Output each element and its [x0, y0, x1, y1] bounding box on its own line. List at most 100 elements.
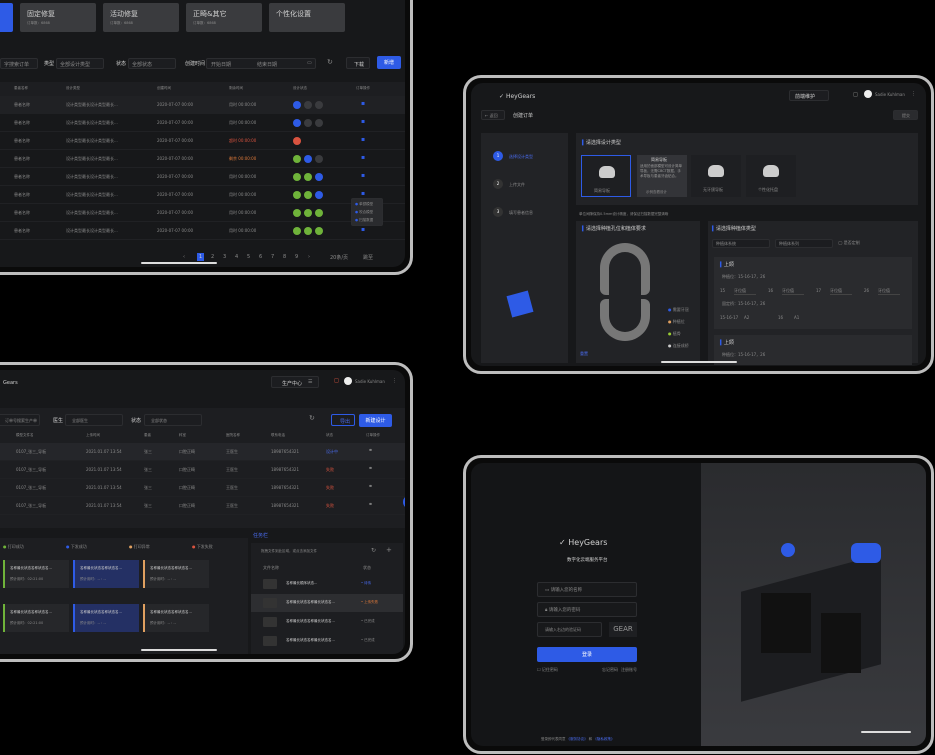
status-icon[interactable] [304, 209, 312, 217]
goto-page[interactable]: 跳至 [363, 254, 373, 261]
status-icon[interactable] [293, 227, 301, 235]
link-icon[interactable]: ⚭ [368, 447, 373, 454]
next-page[interactable]: › [308, 254, 310, 260]
more-icon[interactable]: ⋮ [392, 378, 397, 384]
page-button[interactable]: 6 [257, 253, 264, 261]
table-row[interactable]: 0107_张三_导板 2021.01.07 13:54 张三 口腔正畸 王医生 18987… [0, 497, 405, 515]
date-range-input[interactable]: 开始日期 结束日期 ▭ [206, 58, 316, 69]
status-icon[interactable] [293, 191, 301, 199]
captcha-input[interactable]: 请输入右边的验证码 [537, 622, 602, 637]
page-button[interactable]: 3 [221, 253, 228, 261]
design-type-card[interactable]: 无牙颌导板 [691, 155, 741, 197]
status-icon[interactable] [304, 155, 312, 163]
production-card[interactable]: 名称最长状态名称状态名... 预计用时：-- : -- [143, 604, 209, 632]
task-item[interactable]: 名称最长顺序状态... • 待传 [251, 575, 403, 593]
task-item[interactable]: 名称最长状态名称最长状态名... • 上传失败 [251, 594, 403, 612]
search-input[interactable]: 字搜索订单 [4, 61, 29, 68]
folder-icon[interactable]: ▪ [361, 190, 365, 197]
category-card[interactable]: 活动修复 订单数：6868 [103, 3, 179, 32]
status-icon[interactable] [315, 119, 323, 127]
captcha-image[interactable]: GEAR [609, 622, 637, 637]
design-type-card[interactable]: 简易导板 [581, 155, 631, 197]
avatar[interactable] [864, 90, 872, 98]
page-button[interactable]: 9 [293, 253, 300, 261]
notification-icon[interactable]: ◻ [853, 91, 858, 98]
category-card[interactable] [0, 3, 13, 32]
folder-icon[interactable]: ▪ [361, 118, 365, 125]
status-icon[interactable] [304, 173, 312, 181]
status-icon[interactable] [293, 155, 301, 163]
table-row[interactable]: 0107_张三_导板 2021.01.07 13:54 张三 口腔正畸 王医生 18987… [0, 479, 405, 497]
table-row[interactable]: 患者名称 设计类型最长设计类型最长... 2020-07-07 00:00 用时… [0, 96, 405, 114]
reset-button[interactable]: 重置 [580, 351, 588, 357]
table-row[interactable]: 患者名称 设计类型最长设计类型最长... 2020-07-07 00:00 超时… [0, 132, 405, 150]
status-icon[interactable] [315, 155, 323, 163]
status-icon[interactable] [293, 209, 301, 217]
register-link[interactable]: 注册账号 [621, 667, 637, 673]
task-item[interactable]: 名称最长状态名称最长状态名... • 已完成 [251, 632, 403, 650]
popup-item[interactable]: ● 咬合模型 [355, 210, 373, 215]
status-icon[interactable] [304, 119, 312, 127]
status-icon[interactable] [315, 209, 323, 217]
link-icon[interactable]: ⚭ [368, 501, 373, 508]
status-select[interactable]: 全部状态 [128, 58, 176, 69]
notification-icon[interactable]: ◻ [334, 377, 339, 384]
remember-checkbox[interactable]: ☐ 记住密码 [537, 667, 558, 673]
production-card[interactable]: 名称最长状态名称状态名... 预计用时：02:21:00 [3, 604, 69, 632]
design-type-card[interactable]: 个性化托盘 [746, 155, 796, 197]
production-card[interactable]: 名称最长状态名称状态名... 预计用时：-- : -- [143, 560, 209, 588]
prod-center-button[interactable]: 前端维护 [789, 90, 829, 101]
status-icon[interactable] [304, 191, 312, 199]
avatar[interactable] [344, 377, 352, 385]
prev-page[interactable]: ‹ [183, 254, 185, 260]
tooth-select[interactable]: 牙位值 [782, 288, 804, 295]
login-button[interactable]: 登录 [537, 647, 637, 662]
status-icon[interactable] [304, 227, 312, 235]
link-icon[interactable]: ⚭ [368, 483, 373, 490]
tooth-select[interactable]: 牙位值 [830, 288, 852, 295]
terms-link[interactable]: 《服务协议》 [567, 737, 588, 741]
status-icon[interactable] [315, 227, 323, 235]
status-icon[interactable] [315, 191, 323, 199]
username-input[interactable]: ▭ 请输入您的名称 [537, 582, 637, 597]
search-input[interactable]: 订单号搜索生产单 [0, 414, 40, 426]
add-button[interactable]: 新增 [377, 56, 401, 69]
table-row[interactable]: 0107_张三_导板 2021.01.07 13:54 张三 口腔正畸 王医生 18987… [0, 443, 405, 461]
more-icon[interactable]: ⋮ [911, 91, 916, 97]
category-card[interactable]: 固定修复 订单数：6868 [20, 3, 96, 32]
production-card[interactable]: 名称最长状态名称状态名... 预计用时：02:21:00 [3, 560, 69, 588]
forgot-password-link[interactable]: 忘记密码 [602, 667, 618, 673]
status-icon[interactable] [304, 101, 312, 109]
shade-select[interactable]: A1 [794, 315, 799, 320]
table-row[interactable]: 患者名称 设计类型最长设计类型最长... 2020-07-07 00:00 用时… [0, 168, 405, 186]
folder-icon[interactable]: ▪ [361, 226, 365, 233]
page-size-select[interactable]: 20条/页 [330, 254, 348, 261]
status-icon[interactable] [293, 101, 301, 109]
implant-system-select[interactable]: 种植体系统 [712, 239, 770, 248]
tooth-select[interactable]: 牙位值 [878, 288, 900, 295]
popup-item[interactable]: ● 扫描数据 [355, 218, 373, 223]
table-row[interactable]: 患者名称 设计类型最长设计类型最长... 2020-07-07 00:00 用时… [0, 204, 405, 222]
task-item[interactable]: 名称最长状态名称最长状态名... • 已完成 [251, 613, 403, 631]
category-card[interactable]: 正畸&其它 订单数：6868 [186, 3, 262, 32]
page-button[interactable]: 4 [233, 253, 240, 261]
page-button[interactable]: 2 [209, 253, 216, 261]
submit-button[interactable]: 提交 [893, 110, 918, 120]
implant-series-select[interactable]: 种植体系列 [775, 239, 833, 248]
page-button[interactable]: 1 [197, 253, 205, 261]
category-card[interactable]: 个性化设置 [269, 3, 345, 32]
folder-icon[interactable]: ▪ [361, 172, 365, 179]
refresh-icon[interactable]: ↻ [309, 414, 315, 422]
status-icon[interactable] [315, 101, 323, 109]
popup-item[interactable]: ● 单颌模型 [355, 202, 373, 207]
folder-icon[interactable]: ▪ [361, 136, 365, 143]
password-input[interactable]: 🔒︎ 请输入您的密码 [537, 602, 637, 617]
doctor-select[interactable]: 全部医生 [65, 414, 123, 426]
shade-select[interactable]: A2 [744, 315, 749, 320]
folder-icon[interactable]: ▪ [361, 100, 365, 107]
table-row[interactable]: 0107_张三_导板 2021.01.07 13:54 张三 口腔正畸 王医生 18987… [0, 461, 405, 479]
table-row[interactable]: 患者名称 设计类型最长设计类型最长... 2020-07-07 00:00 用时… [0, 186, 405, 204]
table-row[interactable]: 患者名称 设计类型最长设计类型最长... 2020-07-07 00:00 用时… [0, 222, 405, 240]
refresh-icon[interactable]: ↻ [371, 547, 376, 554]
table-row[interactable]: 患者名称 设计类型最长设计类型最长... 2020-07-07 00:00 剩余… [0, 150, 405, 168]
